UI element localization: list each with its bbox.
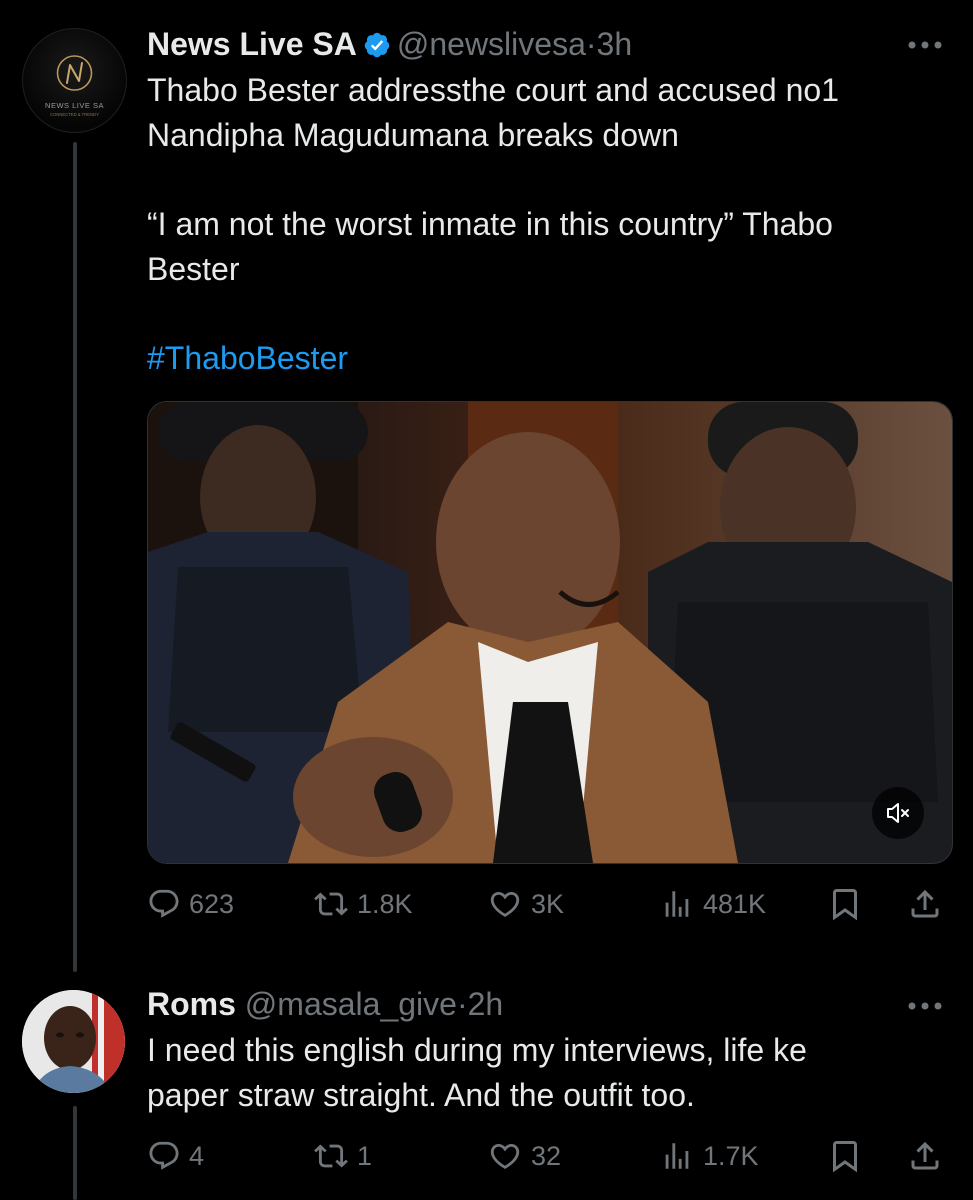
views-icon [665, 1143, 689, 1169]
video-frame [148, 402, 952, 863]
reply-tweet-actions: 4 1 32 1.7K [147, 1134, 947, 1178]
more-icon[interactable] [905, 38, 945, 57]
more-icon[interactable] [905, 999, 945, 1018]
repost-count: 1.8K [357, 888, 413, 919]
repost-icon [314, 892, 348, 916]
reply-tweet-handle[interactable]: @masala_give [245, 986, 457, 1022]
like-button[interactable]: 3K [487, 882, 564, 926]
bookmark-icon [833, 889, 857, 921]
repost-icon [314, 1144, 348, 1168]
main-tweet-text: Thabo Bester addressthe court and accuse… [147, 68, 839, 158]
reply-count: 623 [189, 888, 235, 919]
main-tweet-handle[interactable]: @newslivesa [397, 26, 586, 62]
avatar-news-live-sa[interactable]: NEWS LIVE SA CONNECTED & TRENDY [22, 28, 127, 133]
reply-tweet-display-name[interactable]: Roms [147, 986, 236, 1022]
main-tweet-display-name[interactable]: News Live SA [147, 26, 357, 62]
main-tweet-quote-line: “I am not the worst inmate in this count… [147, 206, 833, 242]
bookmark-button[interactable] [827, 882, 863, 926]
thread-line-top [73, 142, 77, 972]
bookmark-button[interactable] [827, 1134, 863, 1178]
main-tweet-quote: “I am not the worst inmate in this count… [147, 202, 833, 292]
reply-tweet-time[interactable]: 2h [468, 986, 504, 1022]
reply-button[interactable]: 4 [147, 1134, 204, 1178]
views-button[interactable]: 1.7K [659, 1134, 759, 1178]
share-icon [911, 1141, 939, 1170]
main-tweet-actions: 623 1.8K 3K 481K [147, 882, 947, 926]
bookmark-icon [833, 1141, 857, 1173]
like-icon [490, 891, 520, 917]
share-button[interactable] [907, 1134, 943, 1178]
repost-button[interactable]: 1.8K [313, 882, 413, 926]
main-tweet-time[interactable]: 3h [597, 26, 633, 62]
main-tweet-quote-line: Bester [147, 251, 240, 287]
reply-tweet-text-line: paper straw straight. And the outfit too… [147, 1077, 695, 1113]
share-icon [911, 889, 939, 918]
views-count: 1.7K [703, 1140, 759, 1171]
like-count: 3K [531, 888, 565, 919]
reply-button[interactable]: 623 [147, 882, 234, 926]
svg-text:CONNECTED & TRENDY: CONNECTED & TRENDY [50, 112, 99, 117]
reply-icon [149, 1141, 179, 1170]
views-count: 481K [703, 888, 767, 919]
main-tweet-separator: · [585, 26, 597, 62]
avatar-roms[interactable] [22, 990, 125, 1093]
reply-tweet-text-line: I need this english during my interviews… [147, 1032, 807, 1068]
hashtag-link[interactable]: #ThaboBester [147, 340, 348, 377]
like-icon [490, 1143, 520, 1169]
tweet-video[interactable] [147, 401, 953, 864]
svg-text:NEWS LIVE SA: NEWS LIVE SA [45, 101, 104, 110]
views-icon [665, 891, 689, 917]
repost-button[interactable]: 1 [313, 1134, 372, 1178]
repost-count: 1 [357, 1140, 373, 1171]
volume-muted-icon[interactable] [872, 787, 924, 839]
reply-icon [149, 889, 179, 918]
reply-tweet-separator: · [456, 986, 468, 1022]
reply-count: 4 [189, 1140, 205, 1171]
like-count: 32 [531, 1140, 562, 1171]
thread-line-bottom [73, 1106, 77, 1200]
news-live-sa-logo: NEWS LIVE SA CONNECTED & TRENDY [45, 55, 104, 117]
reply-tweet-text: I need this english during my interviews… [147, 1028, 807, 1118]
share-button[interactable] [907, 882, 943, 926]
reply-tweet-header: Roms @masala_give·2h [147, 986, 503, 1023]
verified-badge-icon [363, 30, 391, 67]
main-tweet-text-line: Thabo Bester addressthe court and accuse… [147, 72, 839, 108]
views-button[interactable]: 481K [659, 882, 766, 926]
main-tweet-text-line: Nandipha Magudumana breaks down [147, 117, 679, 153]
main-tweet-header: News Live SA @newslivesa·3h [147, 26, 632, 67]
avatar-photo [22, 990, 125, 1093]
like-button[interactable]: 32 [487, 1134, 561, 1178]
